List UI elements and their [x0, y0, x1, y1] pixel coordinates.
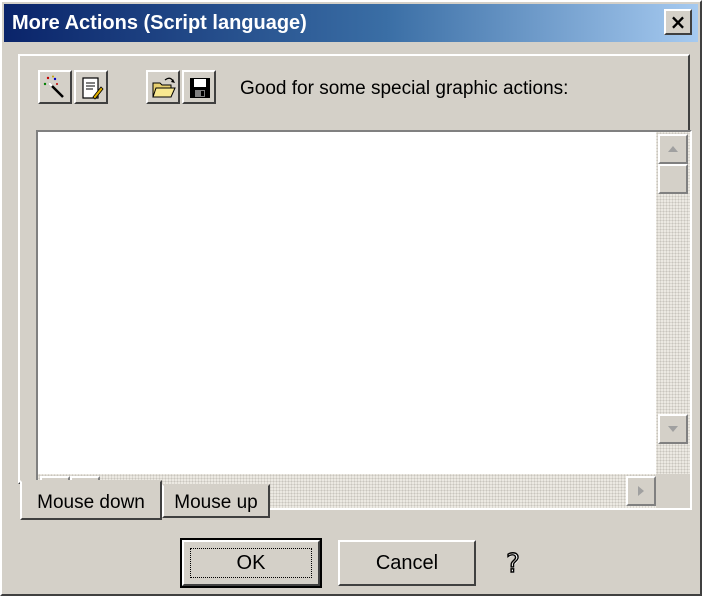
scroll-corner: [656, 474, 690, 508]
vertical-scrollbar[interactable]: [656, 132, 690, 476]
toolbar-hint-label: Good for some special graphic actions:: [240, 78, 569, 99]
save-button[interactable]: [182, 70, 216, 104]
close-button[interactable]: ×: [664, 9, 692, 35]
help-question-icon: ? ?: [505, 548, 521, 580]
arrow-right-icon: [638, 486, 644, 496]
cancel-button-label: Cancel: [375, 552, 439, 574]
arrow-down-icon: [668, 426, 678, 432]
script-text-area[interactable]: [38, 132, 658, 476]
help-glyph: ?: [506, 549, 520, 578]
open-folder-icon: [152, 77, 176, 98]
focus-ring: [190, 548, 312, 578]
script-dialog-window: More Actions (Script language) × Good fo…: [0, 0, 702, 596]
open-button[interactable]: [146, 70, 180, 104]
arrow-up-icon: [668, 146, 678, 152]
scroll-down-button[interactable]: [658, 414, 688, 444]
wizard-button[interactable]: [38, 70, 72, 104]
title-bar[interactable]: More Actions (Script language) ×: [4, 4, 698, 42]
edit-button[interactable]: [74, 70, 108, 104]
edit-document-icon: [82, 77, 104, 100]
scroll-up-button[interactable]: [658, 134, 688, 164]
ok-button[interactable]: OK: [180, 538, 322, 588]
tab-page-mouse-down: Good for some special graphic actions:: [18, 54, 692, 510]
tab-mouse-down[interactable]: Mouse down: [20, 480, 162, 520]
tab-mouse-up[interactable]: Mouse up: [162, 484, 270, 518]
script-editor[interactable]: [36, 130, 692, 510]
vertical-scroll-thumb[interactable]: [658, 164, 688, 194]
magic-wand-icon: [43, 75, 64, 98]
floppy-disk-icon: [190, 78, 210, 98]
window-title: More Actions (Script language): [12, 12, 307, 34]
close-icon: ×: [669, 10, 687, 34]
scroll-right-button[interactable]: [626, 476, 656, 506]
help-button[interactable]: ? ?: [500, 548, 528, 580]
cancel-button[interactable]: Cancel: [338, 540, 476, 586]
